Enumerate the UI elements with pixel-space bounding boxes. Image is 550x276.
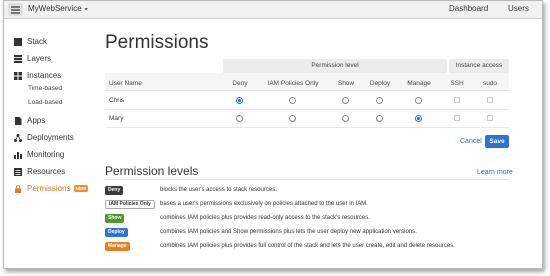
- level-description: combines IAM policies plus provides full…: [160, 243, 455, 249]
- sidebar-item-instances[interactable]: Instances: [14, 71, 61, 80]
- radio-deploy[interactable]: [376, 115, 383, 122]
- sidebar-item-label: Layers: [27, 54, 52, 63]
- sidebar-item-label: Permissions: [27, 184, 71, 193]
- level-description: combines IAM policies plus provides read…: [160, 215, 370, 221]
- apps-icon: [14, 116, 22, 125]
- col-deny: Deny: [232, 80, 248, 87]
- permission-levels-heading: Permission levels: [105, 164, 199, 178]
- table-row: Mary: [105, 110, 509, 128]
- deployments-icon: [14, 133, 22, 142]
- sidebar-item-label: Deployments: [27, 133, 74, 142]
- app-window: MyWebService ▾ Dashboard Users Stack Laye…: [3, 0, 543, 269]
- sidebar-item-label: Resources: [27, 167, 66, 176]
- sidebar-item-monitoring[interactable]: Monitoring: [14, 150, 64, 159]
- learn-more-link[interactable]: Learn more: [477, 169, 513, 176]
- radio-deploy[interactable]: [376, 97, 383, 104]
- monitoring-icon: [14, 151, 22, 159]
- badge-deploy: Deploy: [105, 228, 128, 237]
- stack-icon: [14, 37, 22, 46]
- stack-name: MyWebService: [28, 4, 82, 13]
- radio-show[interactable]: [342, 97, 349, 104]
- sidebar-item-apps[interactable]: Apps: [14, 116, 45, 125]
- nav-users[interactable]: Users: [508, 4, 529, 13]
- badge-deny: Deny: [105, 186, 124, 195]
- level-description: bases a user's permissions exclusively o…: [160, 201, 368, 207]
- save-button[interactable]: Save: [485, 135, 509, 148]
- sidebar-item-deployments[interactable]: Deployments: [14, 133, 74, 142]
- sidebar-item-stack[interactable]: Stack: [14, 37, 47, 46]
- instances-icon: [14, 71, 22, 80]
- badge-iam-policies-only: IAM Policies Only: [105, 200, 155, 209]
- lock-icon: [14, 184, 22, 193]
- col-ssh: SSH: [450, 80, 464, 87]
- sidebar-item-label: Instances: [27, 71, 62, 80]
- col-iam-policies-only: IAM Policies Only: [267, 80, 319, 87]
- radio-deny[interactable]: [236, 115, 243, 122]
- stack-switcher[interactable]: MyWebService ▾: [28, 4, 88, 13]
- group-header-permission-level: Permission level: [223, 59, 447, 73]
- badge-show: Show: [105, 214, 125, 223]
- user-name: Mary: [109, 115, 124, 122]
- level-description: combines IAM policies and Show permissio…: [160, 229, 417, 235]
- sidebar-item-label: Monitoring: [27, 150, 65, 159]
- radio-manage[interactable]: [415, 115, 422, 122]
- col-deploy: Deploy: [369, 80, 391, 87]
- level-description: blocks the user's access to stack resour…: [160, 187, 277, 193]
- new-badge: NEW: [73, 185, 89, 192]
- radio-show[interactable]: [342, 115, 349, 122]
- sudo-checkbox[interactable]: [487, 115, 493, 121]
- user-name: Chris: [109, 97, 125, 104]
- sidebar-item-layers[interactable]: Layers: [14, 54, 51, 63]
- badge-manage: Manage: [105, 242, 130, 251]
- top-bar: MyWebService ▾ Dashboard Users: [4, 1, 542, 19]
- nav-dashboard[interactable]: Dashboard: [449, 4, 488, 13]
- col-sudo: sudo: [482, 80, 498, 87]
- ssh-checkbox[interactable]: [454, 115, 460, 121]
- resources-icon: [14, 167, 22, 176]
- sidebar-subitem-load-based[interactable]: Load-based: [28, 99, 62, 106]
- group-header-instance-access: Instance access: [449, 59, 509, 73]
- chevron-down-icon: ▾: [84, 7, 88, 13]
- col-show: Show: [337, 80, 355, 87]
- col-manage: Manage: [407, 80, 431, 87]
- radio-iam-policies-only[interactable]: [289, 115, 296, 122]
- col-user-name: User Name: [109, 80, 142, 87]
- sidebar-item-permissions[interactable]: Permissions NEW: [14, 184, 89, 193]
- radio-manage[interactable]: [415, 97, 422, 104]
- radio-deny[interactable]: [236, 97, 243, 104]
- sidebar-item-resources[interactable]: Resources: [14, 167, 65, 176]
- page-title: Permissions: [105, 32, 209, 53]
- ssh-checkbox[interactable]: [454, 97, 460, 103]
- sidebar: Stack Layers Instances Time-based Load-b…: [4, 20, 96, 268]
- divider: [105, 179, 509, 180]
- cancel-button[interactable]: Cancel: [460, 138, 482, 145]
- layers-icon: [14, 54, 22, 63]
- sudo-checkbox[interactable]: [487, 97, 493, 103]
- menu-icon[interactable]: [8, 3, 23, 16]
- sidebar-subitem-time-based[interactable]: Time-based: [28, 85, 62, 92]
- sidebar-item-label: Apps: [27, 116, 46, 125]
- table-row: Chris: [105, 92, 509, 110]
- radio-iam-policies-only[interactable]: [289, 97, 296, 104]
- sidebar-item-label: Stack: [27, 37, 48, 46]
